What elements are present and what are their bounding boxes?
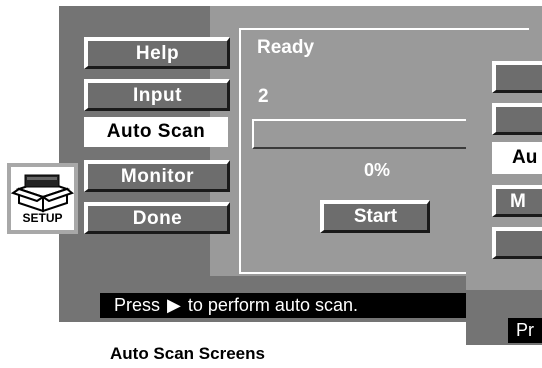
second-menu-item-2[interactable] [492,103,542,135]
status-bar: Press ▶ to perform auto scan. [100,293,480,318]
channel-count: 2 [258,86,269,107]
menu-item-auto-scan[interactable]: Auto Scan [84,117,228,147]
start-button-label: Start [353,206,398,227]
second-menu-item-5[interactable] [492,227,542,259]
menu-item-label: Help [135,42,180,64]
menu-item-label: Monitor [120,165,195,187]
menu-item-help[interactable]: Help [84,37,230,69]
second-menu-item-1[interactable] [492,61,542,93]
play-arrow-icon: ▶ [167,295,181,315]
second-menu-label: M [510,191,526,212]
second-menu-item-4[interactable]: M [492,185,542,217]
setup-box-icon [11,174,74,213]
second-screen: Au M Pr [466,30,542,345]
second-menu-item-auto-scan[interactable]: Au [492,142,542,174]
menu-item-done[interactable]: Done [84,202,230,234]
progress-percent: 0% [364,160,391,180]
second-status-bar: Pr [508,318,542,343]
menu-item-monitor[interactable]: Monitor [84,160,230,192]
figure-caption: Auto Scan Screens [110,344,265,363]
setup-label: SETUP [22,211,63,225]
second-menu-label: Au [512,147,538,168]
menu-item-label: Input [133,84,182,106]
start-button[interactable]: Start [320,200,430,233]
setup-icon-tile[interactable]: SETUP [7,163,78,234]
menu-item-label: Auto Scan [106,121,206,142]
status-prefix: Press [114,295,161,315]
menu-item-label: Done [132,207,183,229]
status-suffix: to perform auto scan. [187,295,358,315]
menu-item-input[interactable]: Input [84,79,230,111]
scan-status-text: Ready [257,37,315,58]
second-status-text: Pr [516,320,534,340]
